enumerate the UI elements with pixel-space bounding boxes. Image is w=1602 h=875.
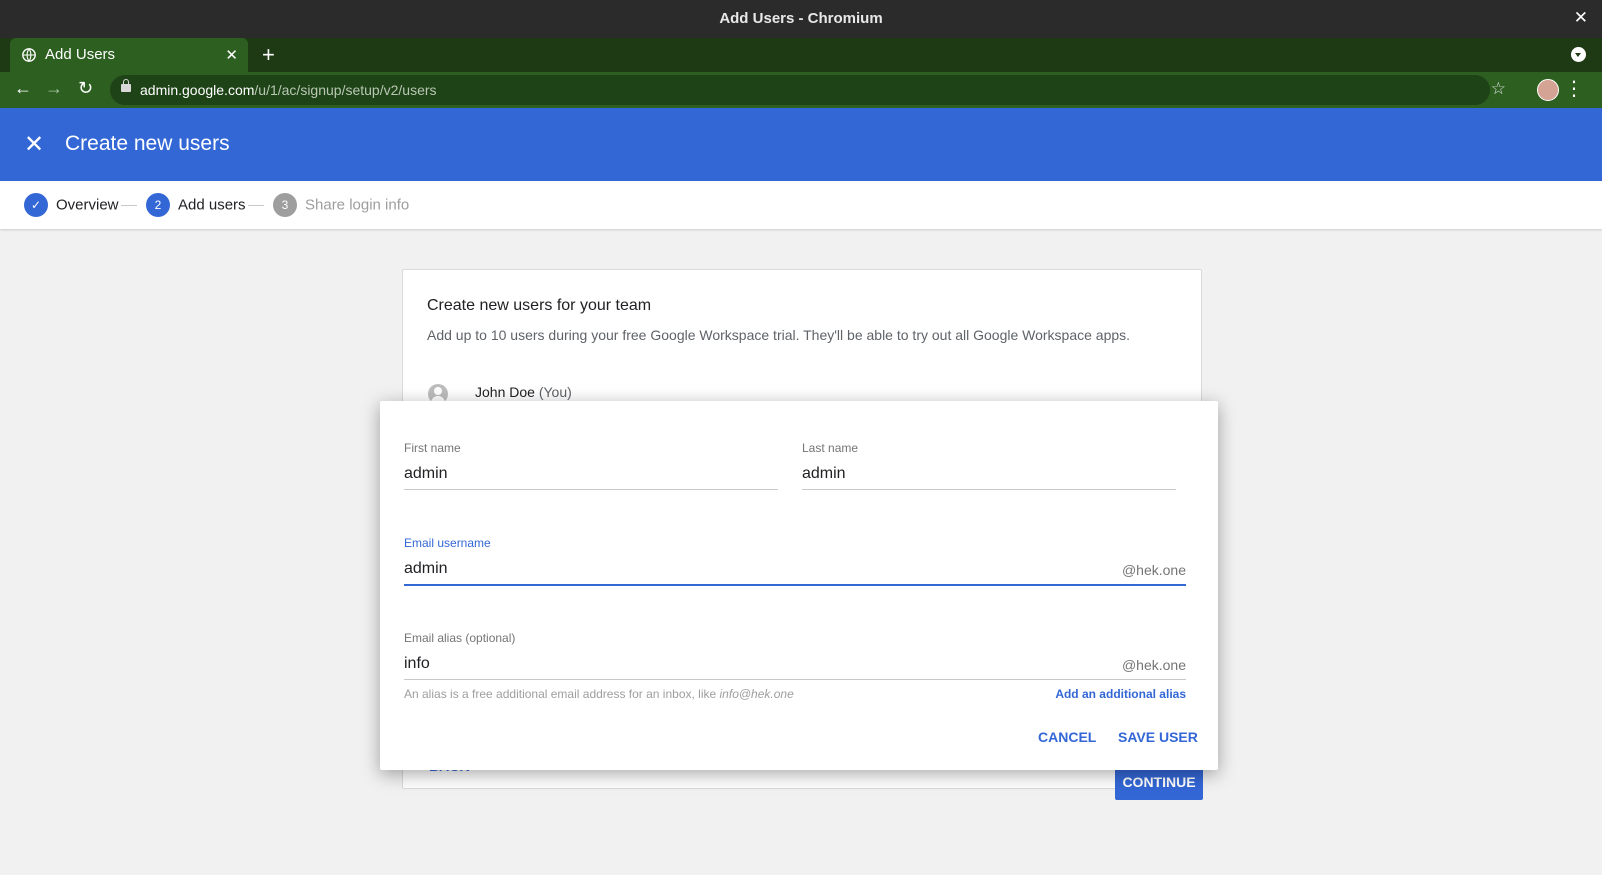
setup-stepper: ✓ Overview 2 Add users 3 Share login info <box>0 181 1602 229</box>
new-tab-icon[interactable]: + <box>262 42 275 68</box>
save-user-button[interactable]: SAVE USER <box>1118 729 1198 745</box>
email-username-field[interactable]: Email username admin @hek.one <box>404 536 1186 586</box>
step-divider <box>121 205 137 206</box>
tab-title: Add Users <box>45 46 116 63</box>
add-alias-link[interactable]: Add an additional alias <box>1055 687 1186 701</box>
check-icon: ✓ <box>24 193 48 217</box>
step-label: Overview <box>56 196 119 214</box>
card-heading: Create new users for your team <box>427 297 652 314</box>
email-username-label: Email username <box>404 536 491 550</box>
url-host: admin.google.com <box>140 82 255 98</box>
field-underline <box>404 584 1186 586</box>
last-name-input[interactable]: admin <box>802 465 846 483</box>
window-close-icon[interactable]: ✕ <box>1574 8 1588 28</box>
field-underline <box>404 679 1186 680</box>
tab-strip: Add Users ✕ + <box>0 38 1602 72</box>
first-name-field[interactable]: First name admin <box>404 441 778 490</box>
email-alias-field[interactable]: Email alias (optional) info @hek.one <box>404 631 1186 680</box>
forward-arrow-icon[interactable]: → <box>45 78 63 99</box>
tab-close-icon[interactable]: ✕ <box>225 46 238 64</box>
lock-icon <box>121 79 131 92</box>
close-icon[interactable]: ✕ <box>24 130 44 159</box>
alias-hint-text: An alias is a free additional email addr… <box>404 687 717 701</box>
email-username-input[interactable]: admin <box>404 560 448 578</box>
field-underline <box>802 489 1176 490</box>
address-bar[interactable]: admin.google.com/u/1/ac/signup/setup/v2/… <box>110 75 1490 105</box>
alias-hint: An alias is a free additional email addr… <box>404 687 794 701</box>
first-name-input[interactable]: admin <box>404 465 448 483</box>
email-alias-input[interactable]: info <box>404 655 430 673</box>
user-tag: (You) <box>538 384 572 400</box>
last-name-field[interactable]: Last name admin <box>802 441 1176 490</box>
cancel-button[interactable]: CANCEL <box>1038 729 1096 745</box>
url-path: /u/1/ac/signup/setup/v2/users <box>254 82 437 98</box>
page-title: Create new users <box>65 132 230 155</box>
window-titlebar: Add Users - Chromium ✕ <box>0 0 1602 38</box>
domain-suffix: @hek.one <box>1121 657 1186 673</box>
reload-icon[interactable]: ↻ <box>78 78 93 99</box>
email-alias-label: Email alias (optional) <box>404 631 516 645</box>
bookmark-star-icon[interactable]: ☆ <box>1491 79 1506 99</box>
app-header: ✕ Create new users <box>0 108 1602 181</box>
step-add-users[interactable]: 2 Add users <box>146 193 246 217</box>
step-number: 3 <box>273 193 297 217</box>
step-label: Add users <box>178 196 246 214</box>
user-row: John Doe (You) <box>475 384 572 400</box>
step-number: 2 <box>146 193 170 217</box>
add-user-dialog: First name admin Last name admin Email u… <box>380 401 1218 770</box>
tab-search-icon[interactable] <box>1571 47 1586 62</box>
user-name: John Doe <box>475 384 535 400</box>
profile-avatar-icon[interactable] <box>1537 79 1559 101</box>
last-name-label: Last name <box>802 441 859 455</box>
menu-kebab-icon[interactable]: ⋮ <box>1564 76 1584 101</box>
step-share-login-info[interactable]: 3 Share login info <box>273 193 409 217</box>
globe-icon <box>22 48 36 62</box>
url-text: admin.google.com/u/1/ac/signup/setup/v2/… <box>140 82 437 98</box>
first-name-label: First name <box>404 441 461 455</box>
browser-toolbar: ← → ↻ admin.google.com/u/1/ac/signup/set… <box>0 72 1602 108</box>
step-divider <box>248 205 264 206</box>
card-subtext: Add up to 10 users during your free Goog… <box>427 327 1131 343</box>
step-label: Share login info <box>305 196 410 214</box>
back-arrow-icon[interactable]: ← <box>14 78 32 99</box>
alias-hint-example: info@hek.one <box>719 687 794 701</box>
window-title: Add Users - Chromium <box>719 10 883 27</box>
browser-tab[interactable]: Add Users ✕ <box>10 38 248 72</box>
field-underline <box>404 489 778 490</box>
step-overview[interactable]: ✓ Overview <box>24 193 119 217</box>
domain-suffix: @hek.one <box>1121 562 1186 578</box>
